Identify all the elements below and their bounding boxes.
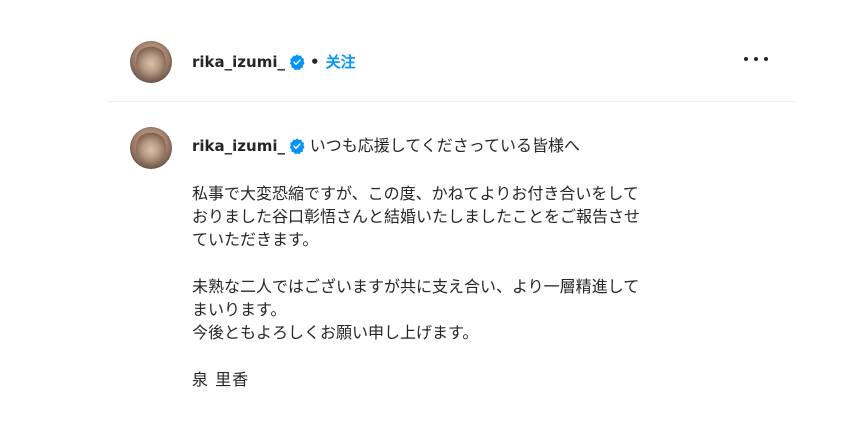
header-username[interactable]: rika_izumi_ (192, 53, 285, 71)
caption-line: おりました谷口彰悟さんと結婚いたしましたことをご報告させ (192, 207, 641, 226)
avatar-photo (136, 45, 166, 79)
caption-intro: いつも応援してくださっている皆様へ (309, 136, 580, 155)
verified-badge-icon (289, 138, 305, 154)
post-header: rika_izumi_ • 关注 (120, 38, 790, 86)
caption-line: まいります。 (192, 300, 287, 319)
caption-signature: 泉 里香 (192, 370, 250, 389)
caption-paragraph-1: 私事で大変恐縮ですが、この度、かねてよりお付き合いをして おりました谷口彰悟さん… (192, 182, 772, 251)
more-options-icon[interactable] (742, 46, 770, 70)
avatar[interactable] (130, 41, 172, 83)
caption-line: 私事で大変恐縮ですが、この度、かねてよりお付き合いをして (192, 184, 639, 203)
separator-dot: • (309, 53, 320, 71)
caption-first-line: rika_izumi_ いつも応援してくださっている皆様へ (192, 134, 772, 158)
follow-button[interactable]: 关注 (326, 53, 356, 71)
header-divider (107, 101, 795, 102)
caption-username[interactable]: rika_izumi_ (192, 137, 285, 155)
header-user-line: rika_izumi_ • 关注 (192, 51, 356, 72)
caption-line: ていただきます。 (192, 230, 319, 249)
caption-avatar-photo (136, 131, 166, 165)
caption-line: 今後ともよろしくお願い申し上げます。 (192, 323, 479, 342)
caption-signature-block: 泉 里香 (192, 368, 772, 391)
verified-badge-icon (289, 54, 305, 70)
caption-line: 未熟な二人ではございますが共に支え合い、より一層精進して (192, 277, 640, 296)
caption-avatar[interactable] (130, 127, 172, 169)
caption-paragraph-2: 未熟な二人ではございますが共に支え合い、より一層精進して まいります。 今後とも… (192, 275, 772, 344)
caption-text: rika_izumi_ いつも応援してくださっている皆様へ 私事で大変恐縮ですが… (192, 134, 772, 391)
